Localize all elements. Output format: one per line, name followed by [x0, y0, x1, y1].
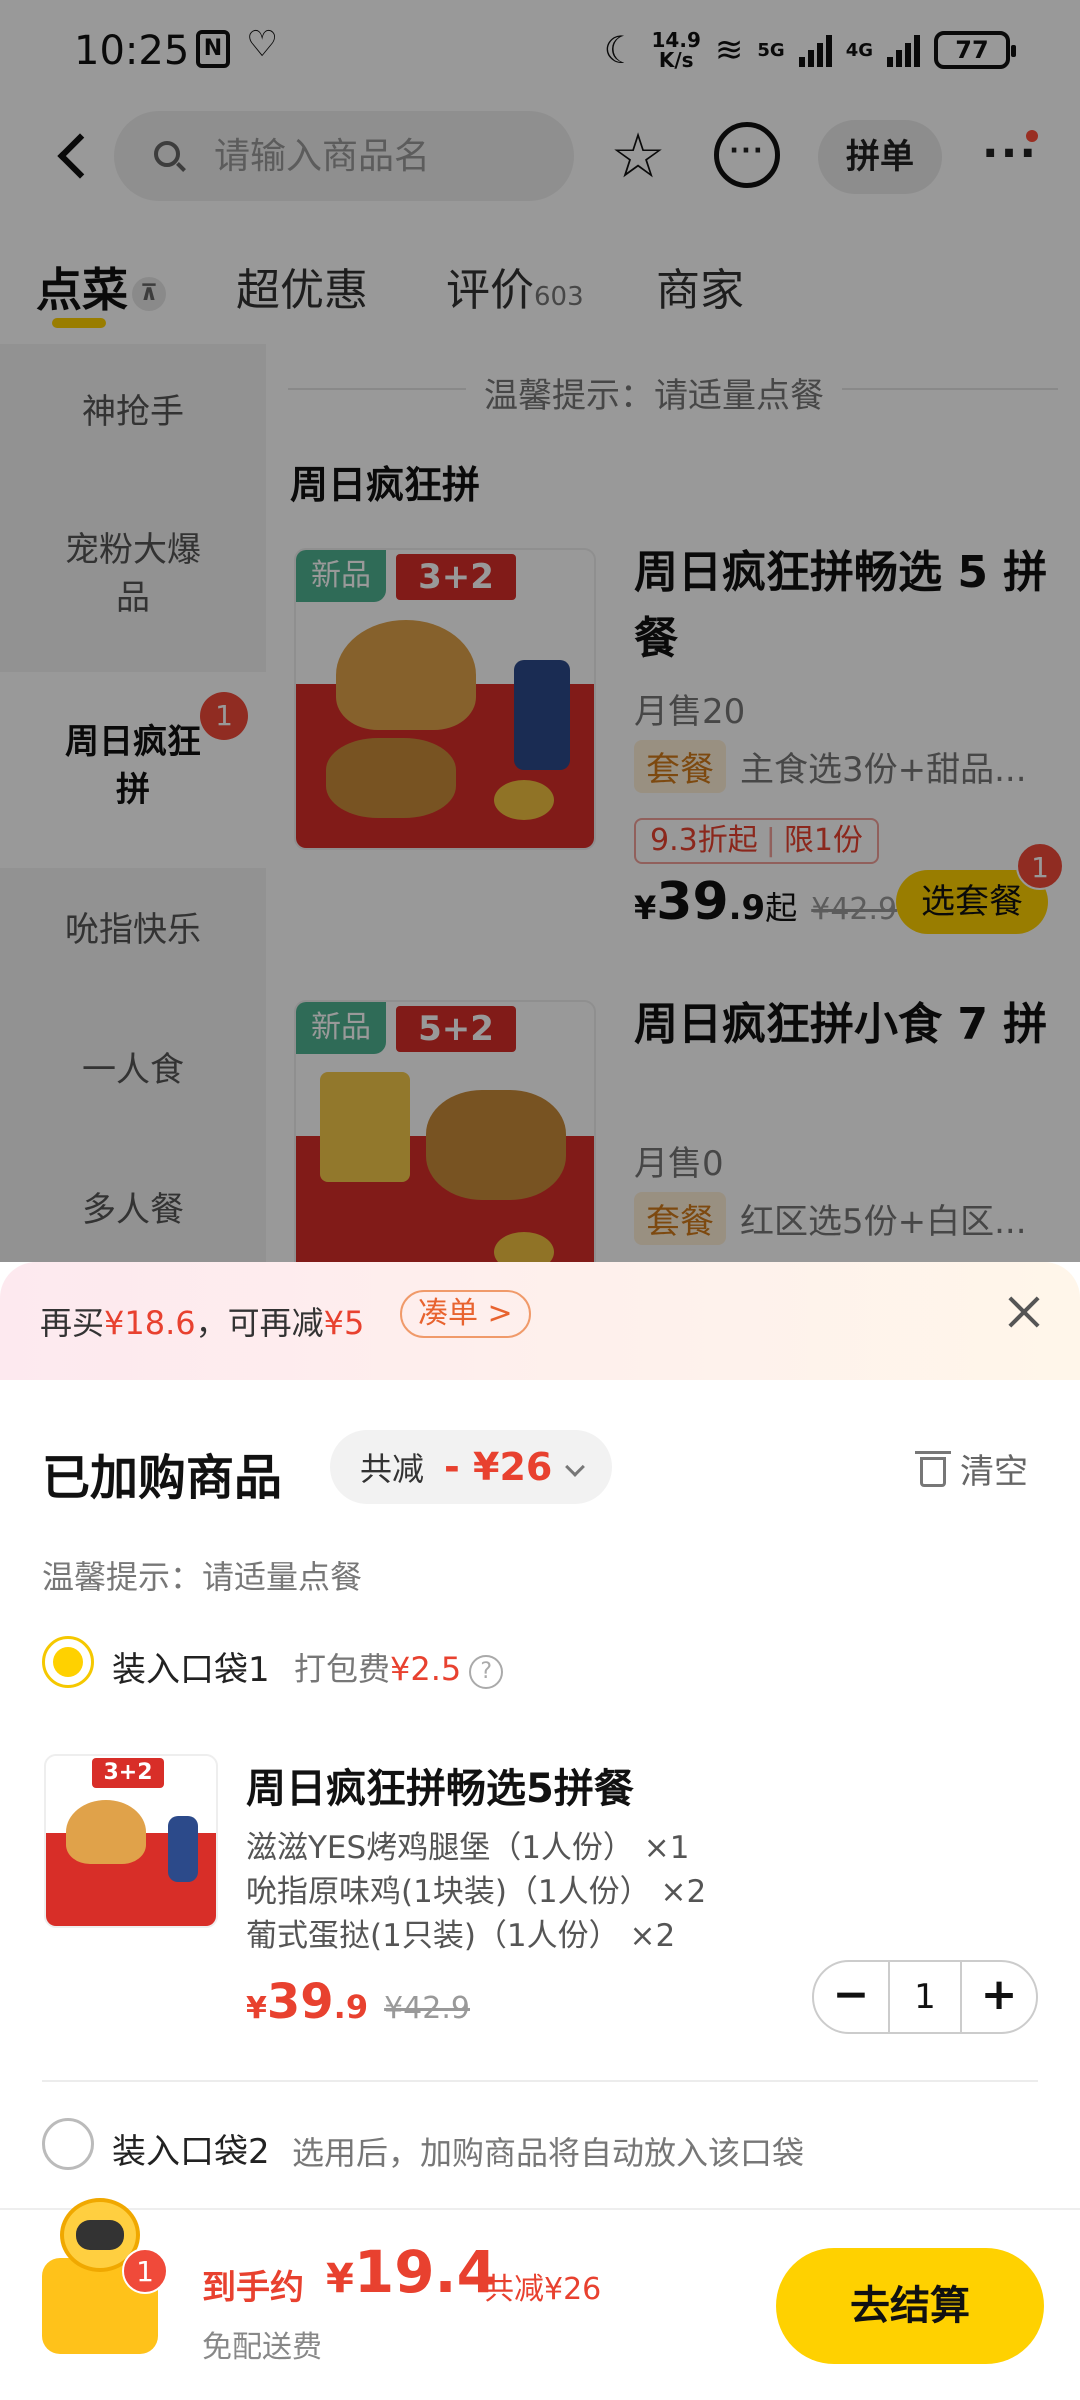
bag1-radio[interactable] — [42, 1636, 94, 1688]
store-page: 10:25 N ♡ ☾ 14.9 K/s ≋ 5G 4G 77 ☆ ··· 拼单… — [0, 0, 1080, 1302]
burger-graphic — [66, 1800, 146, 1864]
packing-fee: 打包费¥2.5? — [294, 1644, 504, 1690]
chevron-down-icon — [565, 1457, 586, 1477]
drink-graphic — [168, 1816, 198, 1882]
increase-button[interactable]: + — [962, 1962, 1036, 2032]
help-icon[interactable]: ? — [469, 1655, 504, 1689]
modal-overlay[interactable] — [0, 0, 1080, 1262]
divider — [42, 2080, 1038, 2082]
quantity-stepper: − 1 + — [812, 1960, 1038, 2034]
cart-item-image: 3+2 — [44, 1754, 218, 1928]
cart-item-price: ¥39.9 ¥42.9 — [246, 1974, 470, 2030]
discount-summary-button[interactable]: 共减 - ¥26 — [330, 1430, 613, 1504]
clear-cart-button[interactable]: 清空 — [915, 1444, 1028, 1493]
original-price: ¥42.9 — [384, 1991, 470, 2026]
cart-title: 已加购商品 — [42, 1450, 283, 1506]
combo-badge: 3+2 — [92, 1758, 164, 1788]
quantity-value[interactable]: 1 — [888, 1962, 962, 2032]
bag2-hint: 选用后，加购商品将自动放入该口袋 — [292, 2134, 805, 2172]
decrease-button[interactable]: − — [814, 1962, 888, 2032]
cart-sub-item: 葡式蛋挞(1只装)（1人份） ×2 — [246, 1918, 676, 1954]
bag1-label: 装入口袋1 — [112, 1650, 270, 1690]
bag2-radio[interactable] — [42, 2118, 94, 2170]
promo-banner: 再买¥18.6，可再减¥5 凑单 > — [0, 1262, 1080, 1380]
cart-mascot-icon[interactable]: 1 — [38, 2192, 168, 2362]
cart-item-name: 周日疯狂拼畅选5拼餐 — [246, 1766, 634, 1812]
checkout-bar: 1 到手约 ¥19.4 共减¥26 免配送费 去结算 — [0, 2198, 1080, 2400]
add-more-button[interactable]: 凑单 > — [400, 1290, 531, 1338]
banner-text: 再买¥18.6，可再减¥5 — [40, 1304, 365, 1342]
total-label: 到手约 — [202, 2268, 304, 2308]
checkout-button[interactable]: 去结算 — [776, 2248, 1044, 2364]
cart-sub-item: 吮指原味鸡(1块装)（1人份） ×2 — [246, 1874, 707, 1910]
close-icon[interactable] — [1004, 1292, 1044, 1332]
delivery-fee: 免配送费 — [202, 2330, 322, 2365]
total-amount: ¥19.4 — [326, 2238, 497, 2306]
bag2-label: 装入口袋2 — [112, 2132, 270, 2172]
cart-tip: 温馨提示：请适量点餐 — [42, 1558, 363, 1596]
cart-sub-item: 滋滋YES烤鸡腿堡（1人份） ×1 — [246, 1830, 690, 1866]
total-saved: 共减¥26 — [484, 2272, 602, 2307]
cart-sheet: 再买¥18.6，可再减¥5 凑单 > 已加购商品 共减 - ¥26 清空 温馨提示… — [0, 1262, 1080, 2400]
cart-count-badge: 1 — [122, 2248, 168, 2294]
trash-icon — [915, 1451, 951, 1487]
